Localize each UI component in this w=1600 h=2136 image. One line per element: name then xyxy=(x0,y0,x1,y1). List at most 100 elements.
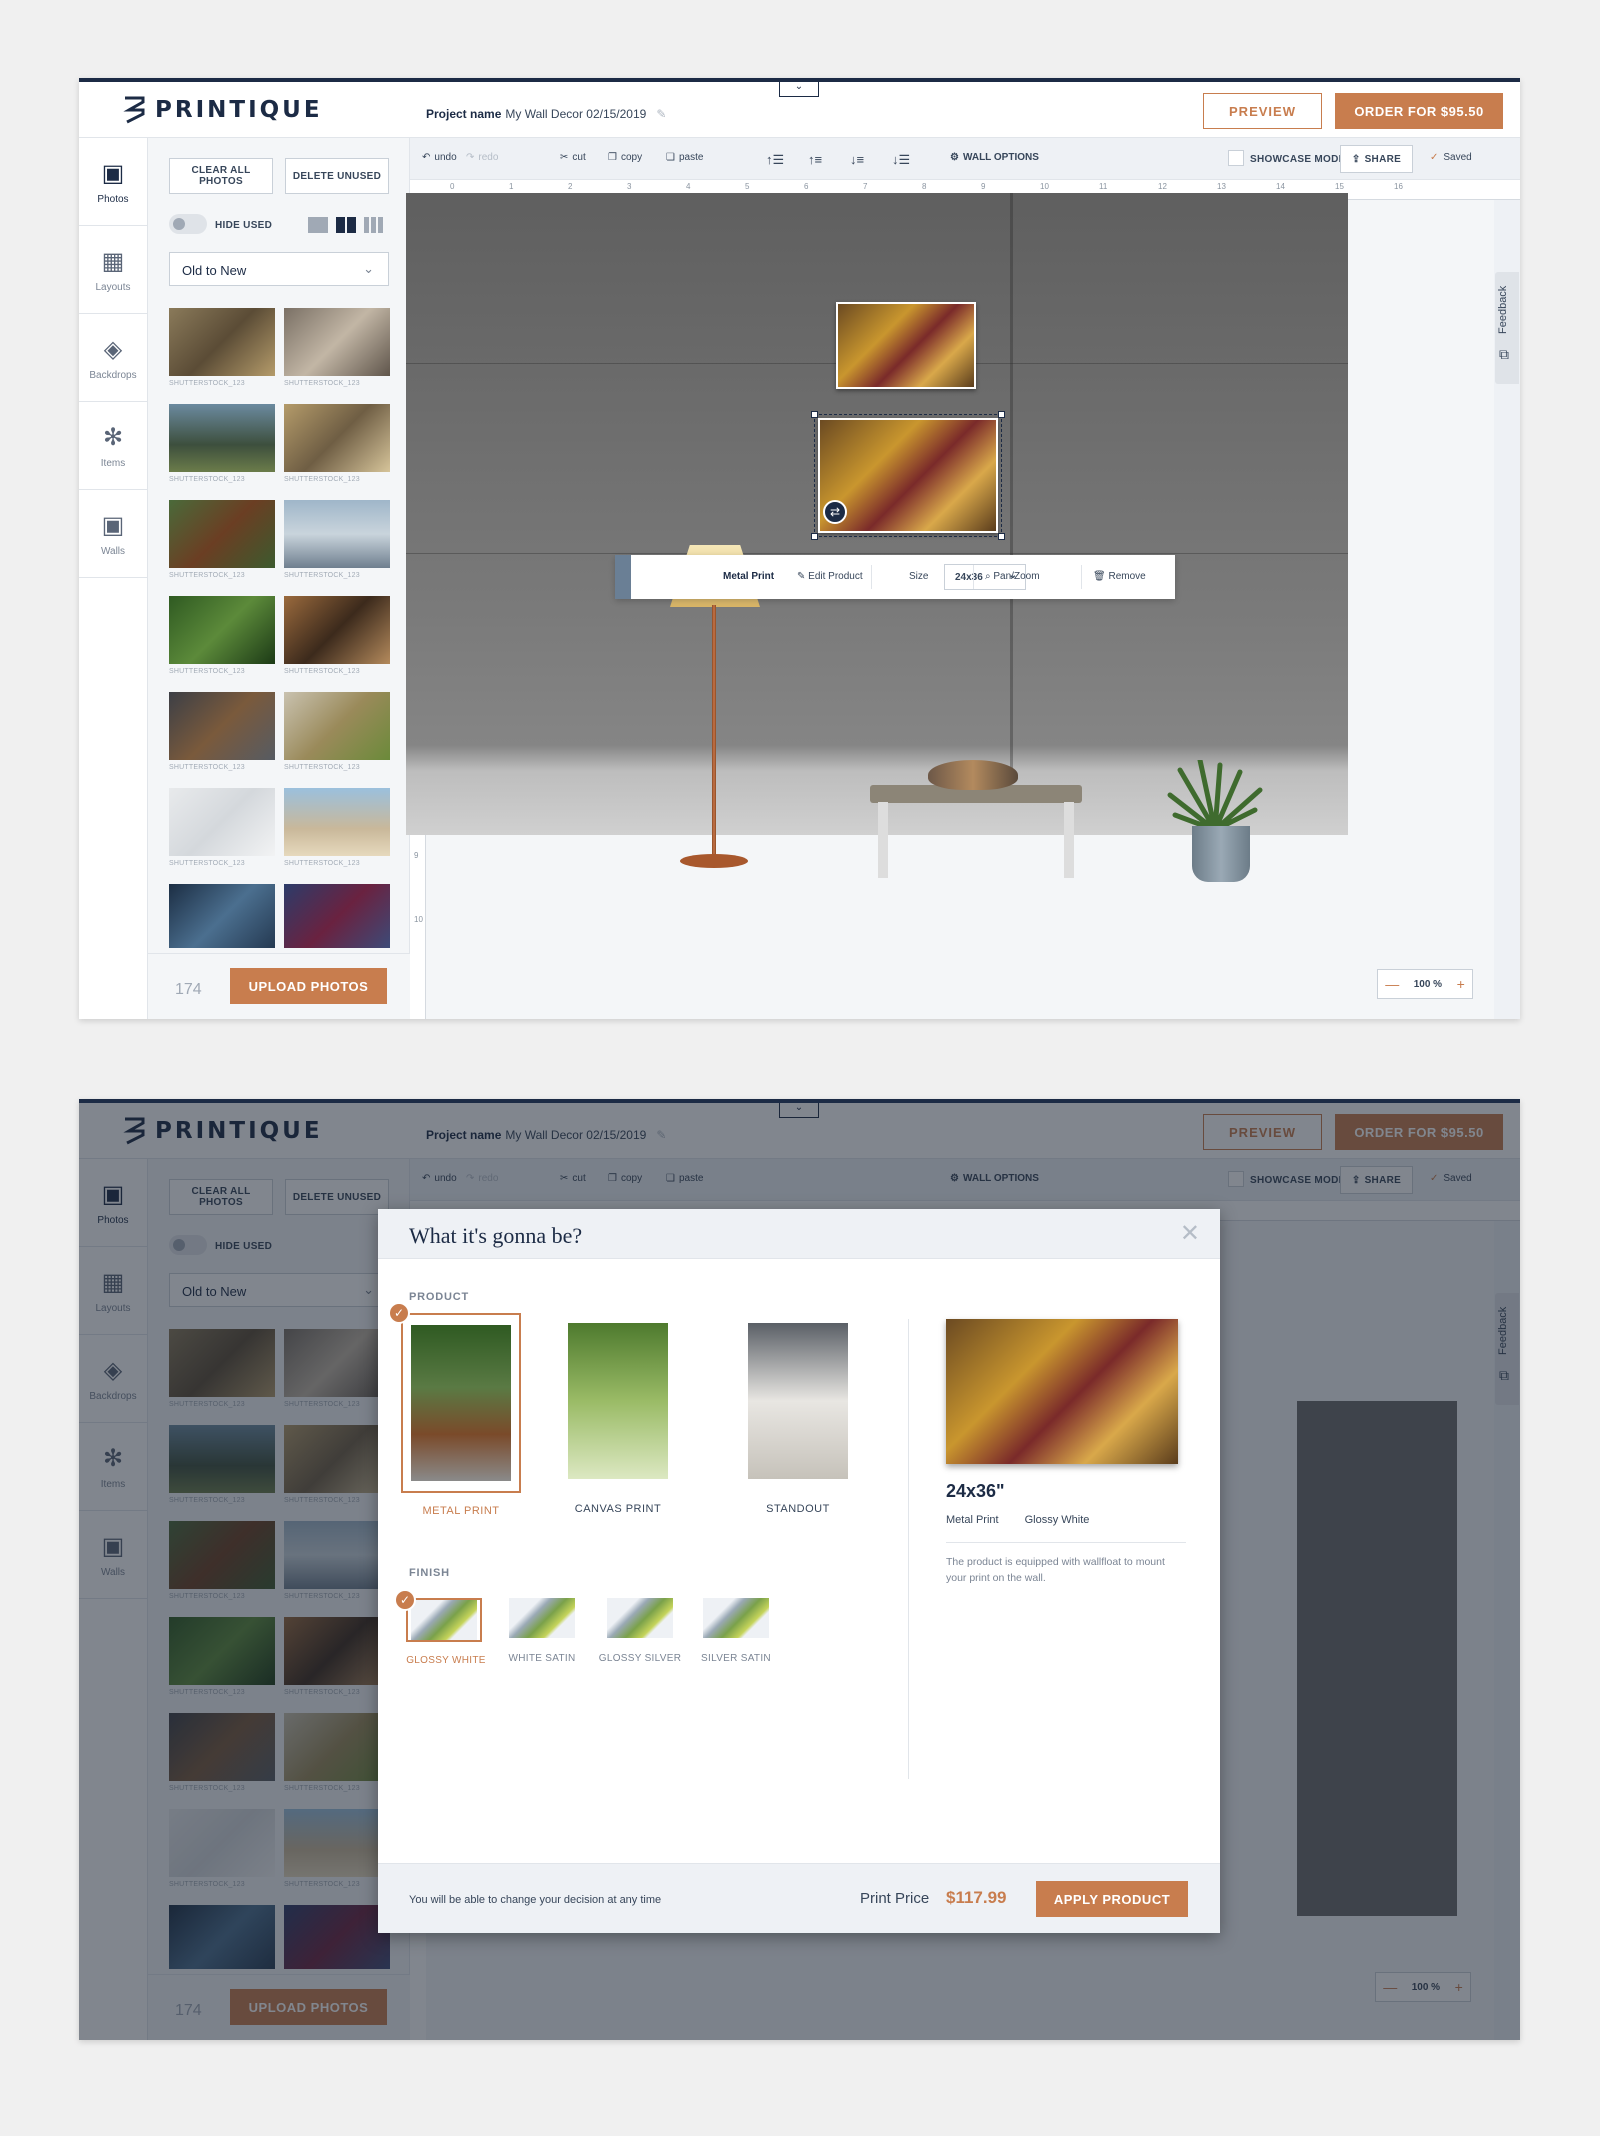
send-backward-icon: ↓≡ xyxy=(850,152,865,167)
selected-check-icon: ✓ xyxy=(394,1589,416,1611)
photo-thumb[interactable]: SHUTTERSTOCK_123 xyxy=(169,404,275,494)
product-context-menu: Metal Print ✎ Edit Product Size 24x36 ⌄ ⌕… xyxy=(615,555,1175,599)
nav-label: Photos xyxy=(97,193,129,205)
redo-button[interactable]: ↷redo xyxy=(466,152,498,163)
modal-title: What it's gonna be? xyxy=(409,1223,583,1248)
photo-grid: SHUTTERSTOCK_123 SHUTTERSTOCK_123 SHUTTE… xyxy=(169,308,390,948)
photo-thumb[interactable]: SHUTTERSTOCK_123 xyxy=(284,596,390,686)
bring-to-front-button[interactable]: ↑☰ xyxy=(766,152,784,168)
copy-button[interactable]: ❐copy xyxy=(608,152,642,163)
plant-decor[interactable] xyxy=(1160,760,1270,830)
showcase-mode-checkbox[interactable] xyxy=(1228,150,1244,166)
pencil-icon: ✎ xyxy=(797,571,809,582)
hide-used-toggle[interactable] xyxy=(169,214,207,234)
photo-thumb[interactable]: SHUTTERSTOCK_123 xyxy=(284,404,390,494)
resize-handle[interactable] xyxy=(998,533,1005,540)
preview-finish: Glossy White xyxy=(1024,1514,1090,1526)
copy-icon: ❐ xyxy=(608,152,617,163)
photo-icon: ▣ xyxy=(101,159,125,187)
product-preview-image xyxy=(946,1319,1178,1464)
photo-thumb[interactable]: SHUTTERSTOCK_123 xyxy=(169,308,275,398)
product-option-standout[interactable]: STANDOUT xyxy=(738,1313,858,1515)
nav-walls[interactable]: ▣ Walls xyxy=(79,490,147,578)
view-small-icon[interactable] xyxy=(364,217,384,233)
photo-label: SHUTTERSTOCK_123 xyxy=(169,380,245,387)
resize-handle[interactable] xyxy=(998,411,1005,418)
finish-option-white-satin[interactable]: WHITE SATIN xyxy=(504,1598,580,1664)
photo-thumb[interactable]: SHUTTERSTOCK_123 xyxy=(284,788,390,878)
pencil-icon[interactable]: ✎ xyxy=(656,107,666,121)
zoom-out-icon[interactable]: — xyxy=(1385,976,1399,992)
delete-unused-button[interactable]: DELETE UNUSED xyxy=(285,158,389,194)
photo-thumb[interactable]: SHUTTERSTOCK_123 xyxy=(169,596,275,686)
resize-handle[interactable] xyxy=(811,533,818,540)
showcase-mode-label: SHOWCASE MODE xyxy=(1250,154,1346,165)
view-large-icon[interactable] xyxy=(308,217,328,233)
modal-header: What it's gonna be? ✕ xyxy=(378,1209,1220,1259)
nav-photos[interactable]: ▣ Photos xyxy=(79,138,147,226)
printique-logo-icon xyxy=(123,96,145,124)
photo-thumb[interactable]: SHUTTERSTOCK_123 xyxy=(284,500,390,590)
send-backward-button[interactable]: ↓≡ xyxy=(850,152,864,167)
nav-items[interactable]: ✻ Items xyxy=(79,402,147,490)
send-to-back-button[interactable]: ↓☰ xyxy=(892,152,910,168)
pan-zoom-button[interactable]: ⌕ Pan/Zoom xyxy=(985,571,1040,582)
clear-all-photos-button[interactable]: CLEAR ALL PHOTOS xyxy=(169,158,273,194)
cut-label: cut xyxy=(572,152,586,163)
zoom-control: — 100 % + xyxy=(1377,969,1473,999)
photo-thumb[interactable]: SHUTTERSTOCK_123 xyxy=(169,788,275,878)
edit-product-button[interactable]: ✎ Edit Product xyxy=(797,571,863,582)
product-option-metal-print[interactable]: METAL PRINT xyxy=(401,1313,521,1517)
wall-artwork[interactable] xyxy=(836,302,976,389)
project-name[interactable]: Project nameMy Wall Decor 02/15/2019 ✎ xyxy=(426,107,666,121)
collapse-header-toggle[interactable]: ⌄ xyxy=(779,82,819,97)
cut-button[interactable]: ✂cut xyxy=(560,152,586,163)
photo-image xyxy=(284,788,390,856)
finish-option-glossy-silver[interactable]: GLOSSY SILVER xyxy=(599,1598,681,1664)
preview-button[interactable]: PREVIEW xyxy=(1203,93,1322,129)
finish-swatch xyxy=(607,1598,673,1638)
wall-options-label: WALL OPTIONS xyxy=(962,152,1039,163)
finish-option-silver-satin[interactable]: SILVER SATIN xyxy=(698,1598,774,1664)
share-button[interactable]: ⇪SHARE xyxy=(1340,145,1413,173)
photo-thumb[interactable]: SHUTTERSTOCK_123 xyxy=(284,308,390,398)
upload-photos-button[interactable]: UPLOAD PHOTOS xyxy=(230,968,387,1004)
view-medium-icon[interactable] xyxy=(336,217,356,233)
photo-thumb[interactable] xyxy=(284,884,390,948)
paste-button[interactable]: ❏paste xyxy=(666,152,703,163)
nav-layouts[interactable]: ▦ Layouts xyxy=(79,226,147,314)
nav-backdrops[interactable]: ◈ Backdrops xyxy=(79,314,147,402)
sort-select[interactable]: Old to New ⌄ xyxy=(169,252,389,286)
zoom-in-icon[interactable]: + xyxy=(1457,976,1465,992)
product-option-canvas-print[interactable]: CANVAS PRINT xyxy=(558,1313,678,1515)
resize-handle[interactable] xyxy=(811,411,818,418)
close-icon[interactable]: ✕ xyxy=(1180,1219,1200,1248)
undo-button[interactable]: ↶undo xyxy=(422,152,457,163)
feedback-tab[interactable]: Feedback ⧉ xyxy=(1495,272,1519,384)
remove-button[interactable]: 🗑 Remove xyxy=(1093,571,1146,582)
bring-forward-button[interactable]: ↑≡ xyxy=(808,152,822,167)
swap-photo-icon[interactable]: ⇄ xyxy=(823,500,847,524)
context-handle[interactable] xyxy=(615,555,631,599)
photo-thumb[interactable]: SHUTTERSTOCK_123 xyxy=(169,692,275,782)
gear-icon: ⚙ xyxy=(950,152,959,163)
apply-product-button[interactable]: APPLY PRODUCT xyxy=(1036,1881,1188,1917)
pan-zoom-label: Pan/Zoom xyxy=(993,571,1040,582)
panel-footer: 174 UPLOAD PHOTOS xyxy=(148,953,410,1019)
photo-label: SHUTTERSTOCK_123 xyxy=(284,764,360,771)
photo-image xyxy=(284,404,390,472)
photo-thumb[interactable]: SHUTTERSTOCK_123 xyxy=(169,500,275,590)
photo-thumb[interactable] xyxy=(169,884,275,948)
layout-icon: ▦ xyxy=(101,247,125,275)
ruler-tick-label: 7 xyxy=(863,182,868,191)
cat-decor[interactable] xyxy=(928,760,1018,790)
photo-label: SHUTTERSTOCK_123 xyxy=(284,572,360,579)
logo[interactable]: PRINTIQUE xyxy=(119,92,323,128)
ruler-tick-label: 9 xyxy=(981,182,986,191)
photo-thumb[interactable]: SHUTTERSTOCK_123 xyxy=(284,692,390,782)
finish-option-glossy-white[interactable]: GLOSSY WHITE xyxy=(406,1598,485,1666)
nav-label: Items xyxy=(100,457,126,469)
wall-options-button[interactable]: ⚙WALL OPTIONS xyxy=(950,152,1039,163)
finish-swatch xyxy=(509,1598,575,1638)
order-button[interactable]: ORDER FOR $95.50 xyxy=(1335,93,1503,129)
